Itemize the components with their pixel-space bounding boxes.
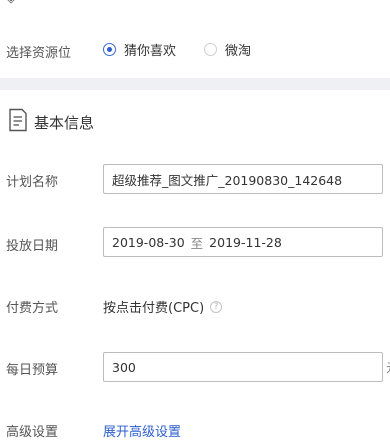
- previous-section-clip: ◈: [0, 0, 390, 12]
- basic-info-section-header: 基本信息: [8, 108, 94, 136]
- previous-section-title-fragment: ◈: [6, 0, 16, 6]
- plan-name-label: 计划名称: [6, 175, 59, 190]
- billing-method: 按点击付费(CPC) ?: [103, 297, 223, 316]
- radio-option-guess-you-like[interactable]: 猜你喜欢: [103, 40, 176, 59]
- radio-unselected-icon: [204, 42, 218, 56]
- document-icon: [8, 108, 28, 136]
- expand-advanced-settings-link[interactable]: 展开高级设置: [103, 421, 181, 440]
- advanced-settings-label: 高级设置: [6, 425, 59, 440]
- daily-budget-label: 每日预算: [6, 363, 59, 378]
- radio-selected-icon: [103, 42, 116, 56]
- resource-position-label: 选择资源位: [6, 46, 72, 61]
- radio-option-weitao[interactable]: 微淘: [204, 40, 251, 59]
- date-separator: 至: [190, 235, 204, 251]
- billing-value: 按点击付费(CPC): [103, 301, 205, 316]
- question-icon[interactable]: ?: [210, 300, 223, 313]
- end-date: 2019-11-28: [209, 234, 282, 250]
- plan-name-value: 超级推荐_图文推广_20190830_142648: [112, 172, 343, 188]
- resource-position-radio-group: 猜你喜欢 微淘: [103, 37, 279, 61]
- section-title: 基本信息: [34, 113, 95, 132]
- daily-budget-input[interactable]: 300: [103, 352, 383, 382]
- plan-name-input[interactable]: 超级推荐_图文推广_20190830_142648: [103, 164, 383, 194]
- section-divider: [0, 78, 390, 90]
- date-range-picker[interactable]: 2019-08-30 至 2019-11-28: [103, 227, 383, 257]
- budget-unit-clipped: 元: [386, 359, 390, 376]
- daily-budget-value: 300: [112, 359, 136, 375]
- schedule-label: 投放日期: [6, 239, 59, 254]
- billing-label: 付费方式: [6, 301, 59, 316]
- start-date: 2019-08-30: [112, 234, 185, 250]
- radio-option-label: 微淘: [225, 43, 252, 59]
- radio-option-label: 猜你喜欢: [124, 43, 177, 59]
